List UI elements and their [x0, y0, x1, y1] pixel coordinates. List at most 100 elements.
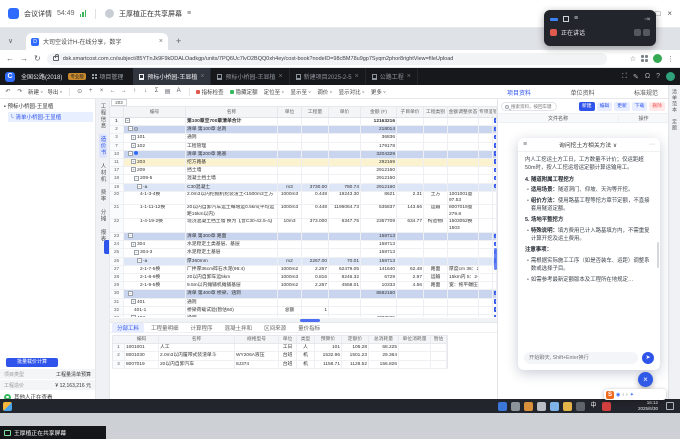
collapse-icon[interactable]: −	[128, 291, 133, 296]
cell-unit[interactable]	[278, 233, 302, 240]
cell-special[interactable]	[479, 151, 493, 158]
cell-unit-price[interactable]: 1196064.73	[329, 205, 361, 218]
cell-code[interactable]: +403	[124, 315, 186, 317]
cell-unit-price[interactable]	[329, 126, 361, 133]
cell-category[interactable]: 土方	[424, 192, 448, 205]
sheet-row[interactable]: 1−第100章至700章清单合计12163216✓	[110, 118, 497, 126]
cell-special[interactable]	[479, 315, 493, 317]
panel-tab-标准规范[interactable]: 标准规范	[634, 88, 658, 97]
cell-name[interactable]: 20以内自卸汽车运土每增运0.5km(平均运距15km以内)	[186, 205, 278, 218]
cell-special[interactable]	[479, 249, 493, 256]
cell-name[interactable]: 20以内自卸车运5km	[186, 274, 278, 281]
cell-sub-price[interactable]	[397, 290, 424, 297]
sheet-row[interactable]: 211-1-11-12换20以内自卸汽车运土每增运0.5km(平均运距15km以…	[110, 205, 497, 219]
sheet-row[interactable]: 2−清单 第100章 总则218014✓	[110, 126, 497, 134]
cell-category[interactable]	[424, 233, 448, 240]
cell-adjust-status[interactable]	[448, 151, 479, 158]
next-icon[interactable]: ›	[626, 392, 628, 398]
cell-unit[interactable]	[278, 290, 302, 297]
maximize-button[interactable]: □	[655, 9, 660, 18]
collapse-icon[interactable]: −	[137, 258, 142, 263]
cell-sub-price[interactable]: 143.66	[397, 205, 424, 218]
cell-unit-price[interactable]	[329, 290, 361, 297]
close-tab-icon[interactable]: ×	[159, 38, 163, 45]
add-row-icon[interactable]: +	[87, 88, 95, 95]
cell-category[interactable]	[424, 184, 448, 191]
cell-code[interactable]: +203	[124, 159, 186, 166]
help-icon[interactable]: ?	[656, 73, 660, 80]
detail-tab-量价指标[interactable]: 量价指标	[293, 323, 325, 333]
resource-row[interactable]: 3800701920以内自卸汽车8J374台班机1158.711128.5215…	[112, 361, 448, 369]
workspace-tab[interactable]: 公路工程×	[366, 68, 418, 85]
cell-special[interactable]	[479, 290, 493, 297]
cell-category[interactable]: 运输	[424, 274, 448, 281]
cell-amount[interactable]: 158713	[361, 233, 397, 240]
cell-quantity[interactable]	[302, 315, 329, 317]
side-tab-清单范本[interactable]: 清单范本	[671, 89, 678, 113]
cell-amount[interactable]: 36836	[361, 134, 397, 141]
cell-code[interactable]: +102	[124, 143, 186, 150]
cell-adjust-status[interactable]	[448, 241, 479, 248]
cell-category[interactable]	[424, 241, 448, 248]
cell-name[interactable]: 通则	[186, 134, 278, 141]
cell-estimate[interactable]	[431, 344, 447, 351]
cell-code[interactable]: −	[124, 118, 186, 125]
cell-sub-price[interactable]	[397, 233, 424, 240]
new-menu-button[interactable]: 新建∨	[28, 88, 43, 96]
cell-quantity[interactable]	[302, 241, 329, 248]
cell-code[interactable]: 2-1-7-5换	[124, 266, 186, 273]
resource-row[interactable]: 11001001人工工日人101106.2868.225	[112, 344, 448, 352]
cell-sub-price[interactable]	[397, 143, 424, 150]
toolbar-action-显示至[interactable]: 显示至∨	[290, 88, 311, 96]
cell-special[interactable]	[479, 205, 493, 218]
sheet-row[interactable]: 292-1-9-5换9.5m以内摊铺机摊铺基层1000m22.2674558.0…	[110, 282, 497, 290]
cell-total-consumption[interactable]: 68.225	[369, 344, 399, 351]
expand-icon[interactable]: ⛶	[622, 73, 627, 81]
cell-special[interactable]	[479, 299, 493, 306]
cell-unit-consumption[interactable]	[399, 352, 431, 359]
cell-name[interactable]: 厂拌厚36cm碎石水泥(96:4)	[186, 266, 278, 273]
cell-quantity[interactable]	[302, 249, 329, 256]
collapse-icon[interactable]: −	[134, 250, 139, 255]
cell-quantity[interactable]: 373.000	[302, 219, 329, 232]
cell-res-name[interactable]: 20以内自卸汽车	[159, 361, 235, 368]
window-mode-icon[interactable]	[563, 16, 569, 22]
cell-sub-price[interactable]	[397, 126, 424, 133]
tree-node-project[interactable]: ▪ 预标小桥园-王显植	[0, 99, 95, 111]
cell-category[interactable]	[424, 143, 448, 150]
cell-adjust-status[interactable]: 8007019量279.8	[448, 205, 479, 218]
cell-name[interactable]: 挖方路基	[186, 159, 278, 166]
vnav-item-造价书[interactable]: 造价书	[99, 134, 107, 158]
cell-spec[interactable]	[235, 344, 279, 351]
cell-amount[interactable]: 2912160	[361, 167, 397, 174]
cell-code[interactable]: −209-5	[124, 175, 186, 182]
cell-name[interactable]: 2.0m3以内挖掘机挖装渣土<1500m3土方	[186, 192, 278, 205]
toolbar-action-调价[interactable]: 调价∨	[317, 88, 332, 96]
cell-amount[interactable]: 158713	[361, 249, 397, 256]
cell-code[interactable]: 1-4-19-2换	[124, 219, 186, 232]
cell-adjust-status[interactable]	[448, 315, 479, 317]
cell-code[interactable]: 4-1-3-4换	[124, 192, 186, 205]
cell-category[interactable]	[424, 175, 448, 182]
cell-adjust-status[interactable]	[448, 126, 479, 133]
cell-adjust-status[interactable]: 厚度cm 36：2-1-	[448, 266, 479, 273]
collapse-handle[interactable]	[104, 240, 109, 254]
cell-sub-price[interactable]	[397, 118, 424, 125]
cell-reference-value[interactable]: 203	[111, 99, 127, 106]
photos-icon[interactable]	[550, 402, 559, 411]
profile-avatar[interactable]	[653, 54, 662, 63]
cell-adjust-status[interactable]	[448, 175, 479, 182]
workspace-tab[interactable]: 新建项目2025-2-5×	[290, 68, 366, 85]
cell-unit[interactable]	[278, 126, 302, 133]
app-logo[interactable]: C	[5, 72, 15, 82]
user-avatar[interactable]	[666, 72, 675, 81]
toolbar-action-显示对比[interactable]: 显示对比∨	[339, 88, 365, 96]
cell-name[interactable]: 清单 第100章 总则	[186, 126, 278, 133]
cell-amount[interactable]: 535837	[361, 205, 397, 218]
cell-total-consumption[interactable]: 156.826	[369, 361, 399, 368]
cell-unit-price[interactable]: 19243.30	[329, 192, 361, 205]
delete-row-icon[interactable]: ×	[98, 88, 106, 95]
forward-icon[interactable]: →	[20, 54, 28, 63]
cell-code[interactable]: −-a	[124, 258, 186, 265]
cell-category[interactable]	[424, 151, 448, 158]
